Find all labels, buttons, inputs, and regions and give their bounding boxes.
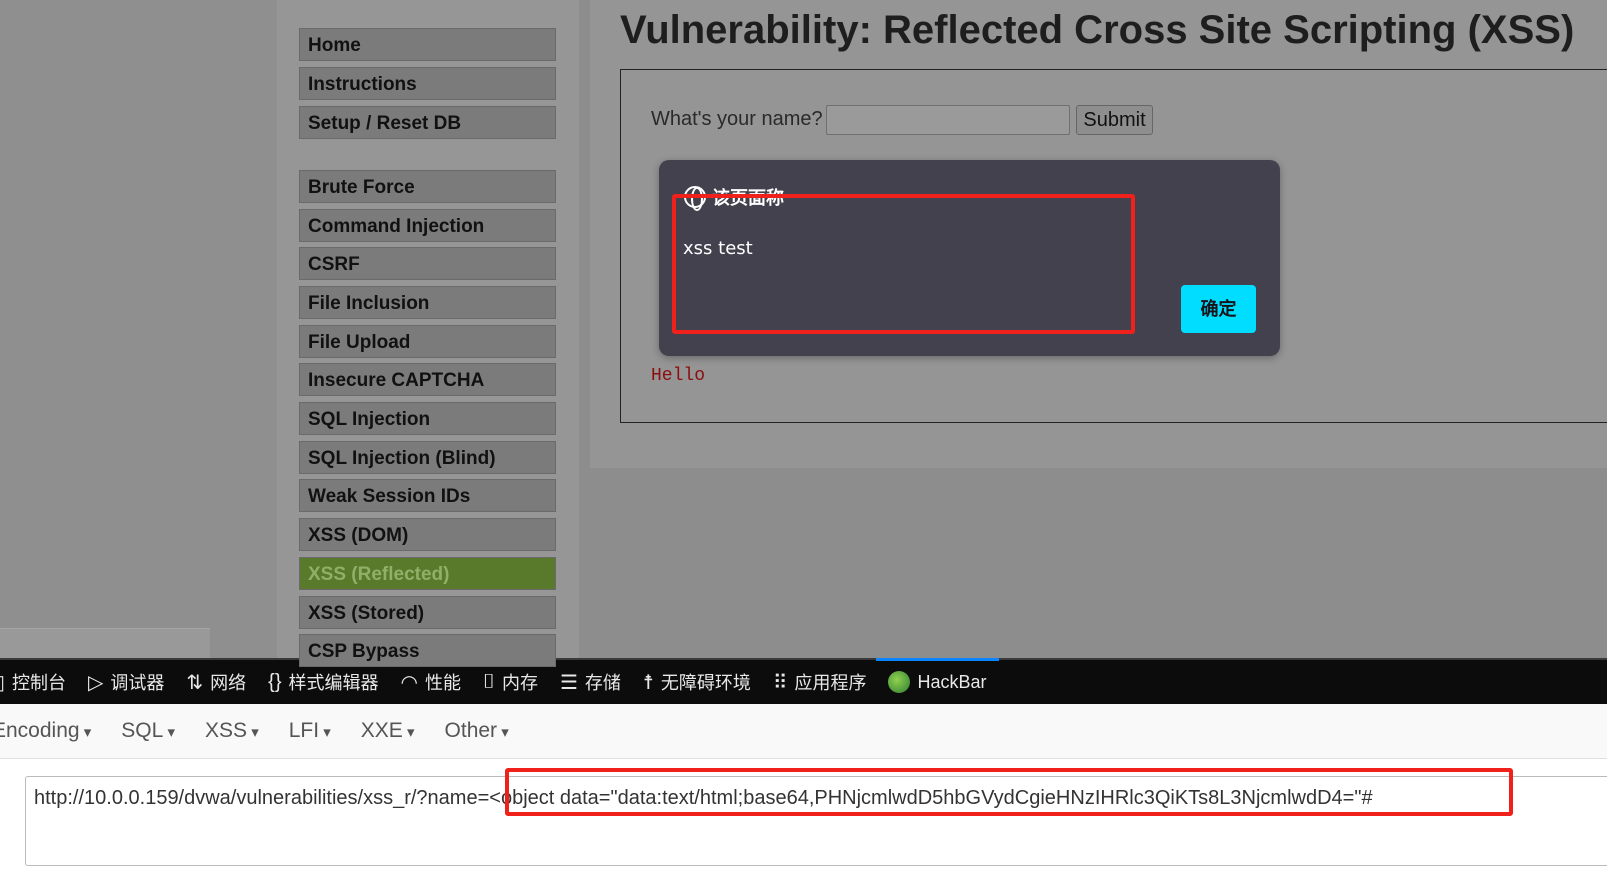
hackbar-menu-item[interactable]: XXE (361, 719, 415, 743)
devtools-tab-label: 应用程序 (794, 673, 867, 693)
storage-icon: ☰ (559, 671, 578, 694)
devtools-tab[interactable]: ☨ 无障碍环境 (643, 669, 751, 695)
left-panel-strip (0, 628, 210, 658)
sidebar-item[interactable]: XSS (DOM) (299, 518, 556, 551)
application-icon: ⠿ (772, 671, 788, 694)
sidebar-item[interactable]: SQL Injection (Blind) (299, 441, 556, 474)
devtools-toolbar: ▯ 控制台 ▷ 调试器 ⇅ 网络 {} 样式编辑器 ◠ 性能 ⌷ 内存 ☰ 存储 ☨ 无障碍环境 ⠿ 应用程序 Ha… (0, 658, 1607, 704)
devtools-tab[interactable]: ▯ 控制台 (0, 669, 66, 695)
devtools-tab[interactable]: HackBar (876, 658, 999, 704)
hackbar-icon (888, 671, 911, 693)
sidebar-item[interactable]: XSS (Reflected) (299, 557, 556, 590)
sidebar-item[interactable]: File Upload (299, 325, 556, 358)
devtools-tab-label: 样式编辑器 (288, 673, 379, 693)
devtools-tab-label: HackBar (917, 671, 987, 692)
name-input[interactable] (826, 105, 1070, 135)
console-icon: ▯ (0, 670, 5, 695)
devtools-tab-label: 内存 (501, 673, 538, 693)
url-prefix: http://10.0.0.159/dvwa/vulnerabilities/x… (34, 787, 478, 809)
hackbar-menu-item[interactable]: LFI (289, 719, 331, 743)
hackbar-menu-item[interactable]: Encoding (0, 719, 91, 743)
devtools-tab-label: 调试器 (110, 673, 165, 693)
ok-button[interactable]: 确定 (1181, 285, 1256, 333)
sidebar-item[interactable]: File Inclusion (299, 286, 556, 319)
sidebar-item[interactable]: Weak Session IDs (299, 479, 556, 512)
page-title: Vulnerability: Reflected Cross Site Scri… (620, 8, 1575, 52)
style-editor-icon: {} (268, 670, 282, 693)
hackbar-menu-item[interactable]: Other (445, 719, 509, 743)
network-icon: ⇅ (186, 671, 204, 694)
sidebar-item[interactable]: SQL Injection (299, 402, 556, 435)
devtools-tab-label: 性能 (424, 673, 461, 693)
devtools-tab[interactable]: ⌷ 内存 (483, 669, 538, 695)
performance-icon: ◠ (400, 671, 418, 694)
memory-icon: ⌷ (482, 670, 495, 693)
submit-button[interactable]: Submit (1076, 105, 1153, 135)
devtools-tab[interactable]: ▷ 调试器 (88, 669, 164, 695)
debugger-icon: ▷ (88, 671, 104, 694)
devtools-tab[interactable]: ⇅ 网络 (186, 669, 246, 695)
sidebar-item[interactable]: CSP Bypass (299, 634, 556, 667)
sidebar-item[interactable]: Brute Force (299, 170, 556, 203)
sidebar-item[interactable]: Instructions (299, 67, 556, 100)
hackbar-menu-item[interactable]: SQL (121, 719, 175, 743)
hackbar-menu: Encoding SQL XSS LFI XXE Other (0, 704, 1607, 759)
devtools-tab-label: 存储 (584, 673, 621, 693)
payload-highlight-box (505, 768, 1513, 816)
accessibility-icon: ☨ (642, 671, 654, 694)
sidebar-item[interactable]: Setup / Reset DB (299, 106, 556, 139)
devtools-tab[interactable]: ◠ 性能 (401, 669, 461, 695)
sidebar-item[interactable]: CSRF (299, 247, 556, 280)
devtools-tab[interactable]: ☰ 存储 (560, 669, 621, 695)
sidebar-item[interactable]: Insecure CAPTCHA (299, 363, 556, 396)
highlight-box (672, 194, 1135, 334)
devtools-tab-label: 控制台 (12, 673, 67, 693)
devtools-tab-label: 网络 (210, 673, 247, 693)
devtools-tab[interactable]: {} 样式编辑器 (268, 669, 378, 695)
devtools-tab[interactable]: ⠿ 应用程序 (773, 669, 867, 695)
hackbar-menu-item[interactable]: XSS (205, 719, 259, 743)
sidebar-item[interactable]: Command Injection (299, 209, 556, 242)
name-label: What's your name? (651, 108, 823, 130)
devtools-tab-label: 无障碍环境 (660, 673, 751, 693)
left-margin (0, 0, 277, 658)
sidebar-item[interactable]: Home (299, 28, 556, 61)
sidebar-item[interactable]: XSS (Stored) (299, 596, 556, 629)
output-text: Hello (651, 366, 706, 386)
